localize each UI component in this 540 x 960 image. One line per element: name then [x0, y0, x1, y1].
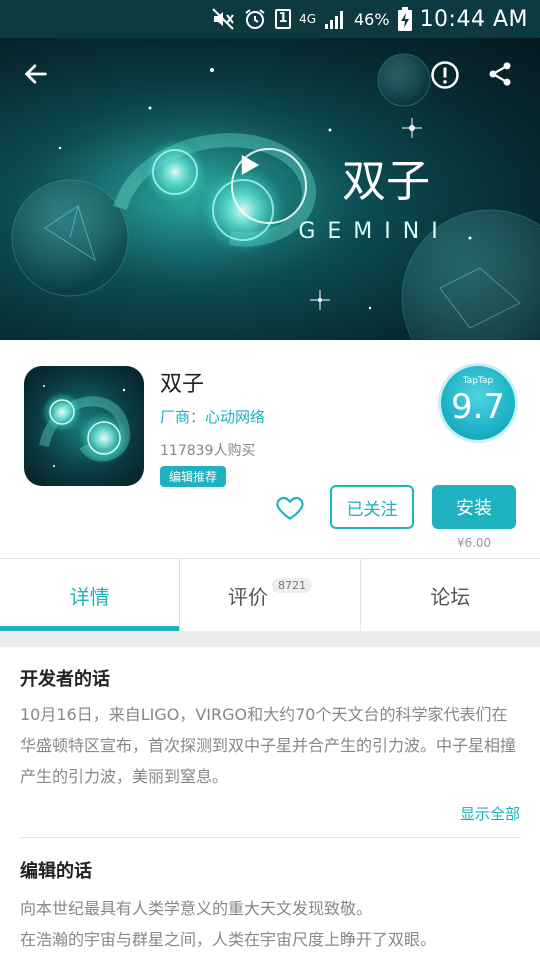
clock: 10:44 AM — [419, 6, 528, 32]
app-icon — [24, 366, 144, 486]
tab-forum[interactable]: 论坛 — [359, 559, 540, 631]
review-count-badge: 8721 — [271, 577, 312, 593]
tab-details[interactable]: 详情 — [0, 559, 180, 631]
sim-icon: 1 — [275, 9, 292, 29]
rating-brand: TapTap — [462, 376, 494, 386]
editor-note-line-1: 向本世纪最具有人类学意义的重大天文发现致敬。 — [20, 899, 373, 918]
tab-label: 详情 — [69, 584, 110, 609]
details-content: 开发者的话 10月16日，来自LIGO，VIRGO和大约70个天文台的科学家代表… — [0, 647, 540, 960]
alarm-icon — [245, 9, 265, 29]
hero-title-cn: 双子 — [342, 156, 430, 207]
developer-note-title: 开发者的话 — [20, 669, 110, 690]
battery-charging-icon — [397, 7, 412, 31]
install-button[interactable]: 安装 — [432, 485, 516, 529]
tab-reviews[interactable]: 评价 8721 — [179, 559, 359, 631]
developer-link[interactable]: 厂商：心动网络 — [160, 406, 265, 427]
editor-note-title: 编辑的话 — [20, 861, 92, 882]
battery-percent: 46% — [354, 9, 390, 29]
rating-value: 9.7 — [450, 387, 506, 427]
purchase-count: 117839人购买 — [160, 443, 256, 459]
app-name: 双子 — [160, 372, 205, 397]
wishlist-button[interactable] — [274, 492, 306, 524]
report-button[interactable] — [430, 60, 470, 100]
status-bar: 1 4G 46% 10:44 AM — [0, 0, 540, 38]
signal-icon — [325, 11, 343, 29]
tab-label: 评价 — [227, 584, 268, 609]
network-type-label: 4G — [299, 12, 316, 26]
back-button[interactable] — [22, 60, 62, 100]
tab-bar: 详情 评价 8721 论坛 — [0, 559, 540, 631]
back-arrow-icon — [24, 64, 47, 84]
section-gap — [0, 631, 540, 647]
rating-badge: TapTap 9.7 — [441, 366, 515, 440]
price-label: ¥6.00 — [456, 536, 492, 550]
section-divider — [20, 837, 520, 838]
tab-label: 论坛 — [430, 584, 471, 609]
share-icon — [489, 62, 511, 86]
report-icon — [431, 61, 459, 89]
editor-note-line-2: 在浩瀚的宇宙与群星之间，人类在宇宙尺度上睁开了双眼。 — [20, 930, 437, 949]
app-info-panel: 双子 厂商：心动网络 117839人购买 编辑推荐 TapTap 9.7 已关注… — [0, 340, 540, 558]
editor-pick-badge: 编辑推荐 — [160, 466, 227, 487]
mute-icon — [212, 8, 234, 30]
developer-note-body: 10月16日，来自LIGO，VIRGO和大约70个天文台的科学家代表们在华盛顿特… — [20, 705, 517, 786]
show-all-link[interactable]: 显示全部 — [460, 803, 520, 824]
heart-icon — [276, 496, 304, 520]
play-icon — [241, 155, 260, 175]
follow-button[interactable]: 已关注 — [330, 485, 414, 529]
play-video-button[interactable] — [231, 148, 307, 224]
share-button[interactable] — [486, 60, 526, 100]
hero-banner: 双子 GEMINI — [0, 38, 540, 340]
hero-title-en: GEMINI — [298, 219, 449, 244]
